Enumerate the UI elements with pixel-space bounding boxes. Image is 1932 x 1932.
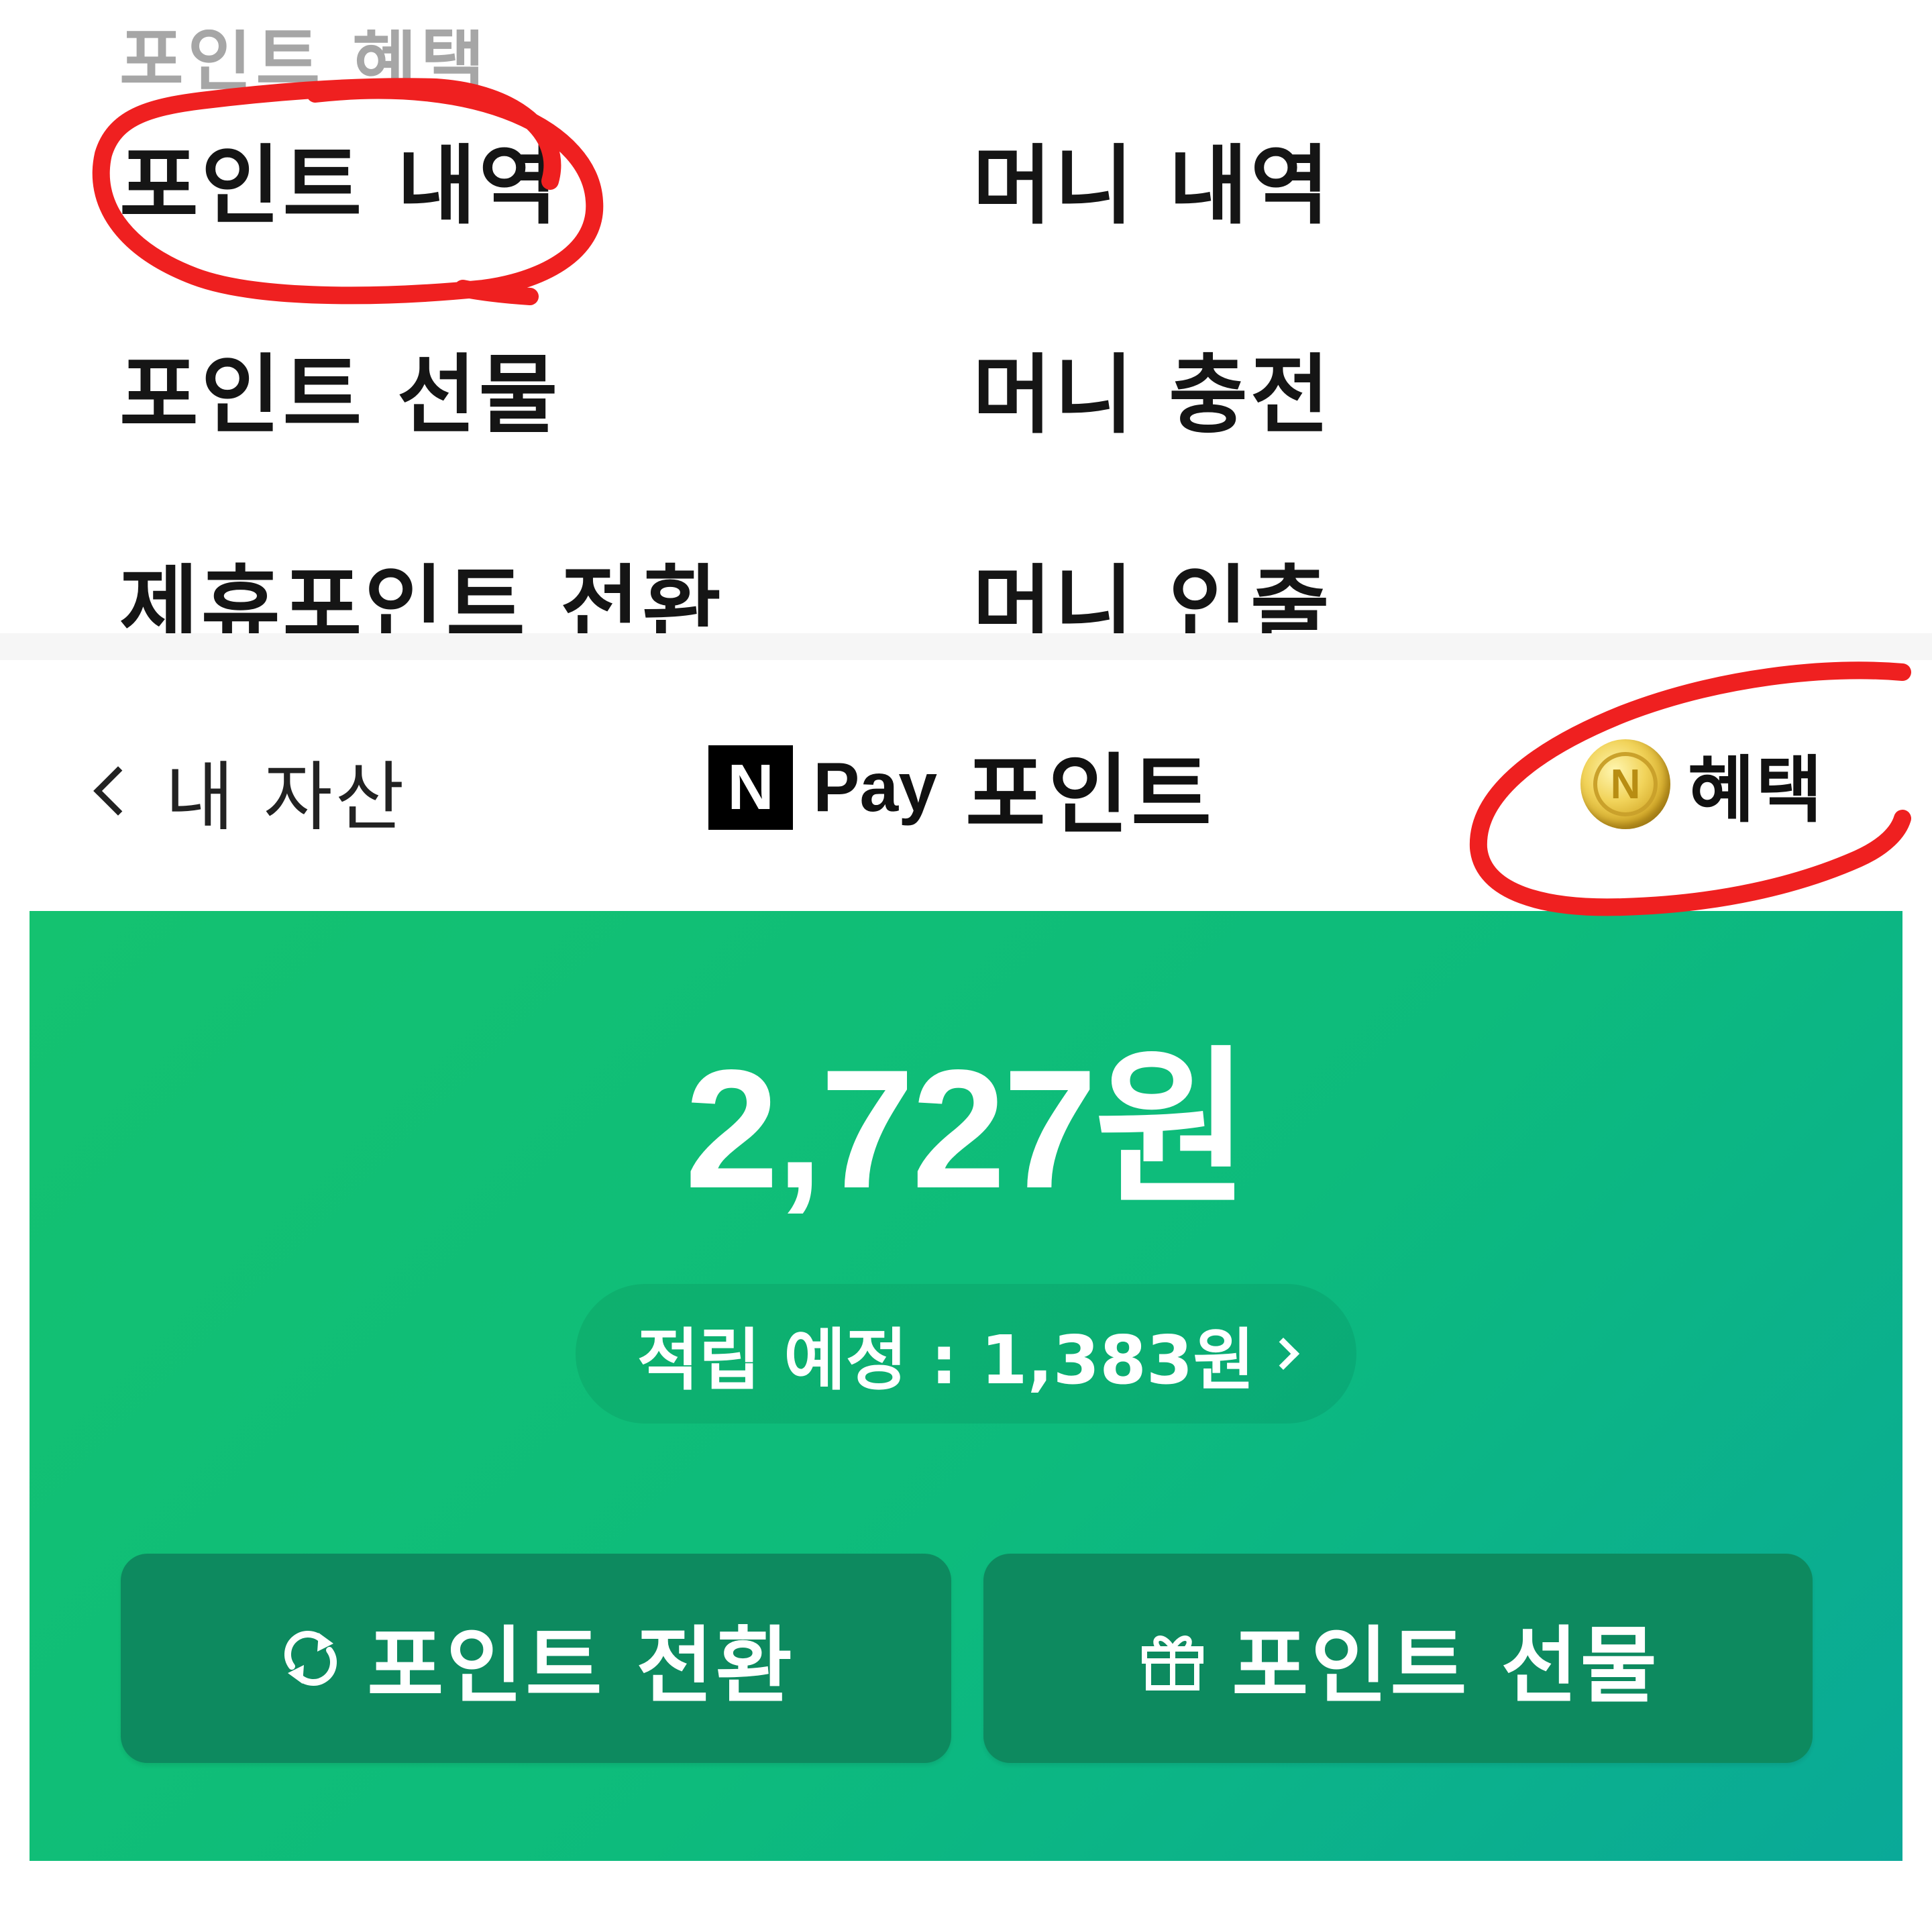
app-header: 내 자산 N Pay 포인트 N 혜택 — [30, 660, 1902, 911]
point-balance: 2,727원 — [684, 1035, 1250, 1224]
point-gift-label: 포인트 선물 — [1232, 1618, 1660, 1715]
pay-word: Pay — [813, 748, 938, 826]
refresh-icon — [284, 1631, 337, 1686]
menu-cut-off-label: 포인트 혜택 — [119, 30, 489, 101]
npay-point-screen: 내 자산 N Pay 포인트 N 혜택 2,727원 적립 예정 : 1,383… — [30, 660, 1902, 1861]
point-convert-button[interactable]: 포인트 전환 — [121, 1554, 951, 1763]
page-title: N Pay 포인트 — [708, 734, 1214, 846]
menu-point-gift[interactable]: 포인트 선물 — [119, 353, 560, 439]
n-pay-logo: N — [708, 745, 793, 830]
back-label: 내 자산 — [165, 754, 407, 841]
menu-partner-point-convert[interactable]: 제휴포인트 전환 — [119, 564, 724, 634]
back-button[interactable]: 내 자산 — [87, 741, 407, 841]
chevron-right-icon — [1267, 1337, 1300, 1371]
gift-icon — [1142, 1635, 1204, 1690]
title-word: 포인트 — [965, 744, 1214, 846]
pending-points-button[interactable]: 적립 예정 : 1,383원 — [576, 1284, 1356, 1424]
points-card: 2,727원 적립 예정 : 1,383원 포인트 전환 포인트 선물 — [30, 911, 1902, 1861]
menu-money-withdraw[interactable]: 머니 인출 — [973, 564, 1332, 634]
pending-points-label: 적립 예정 : 1,383원 — [637, 1320, 1255, 1399]
screenshot-divider — [0, 633, 1932, 660]
menu-point-history[interactable]: 포인트 내역 — [119, 144, 560, 229]
point-gift-button[interactable]: 포인트 선물 — [983, 1554, 1813, 1763]
benefit-label: 혜택 — [1688, 749, 1824, 833]
chevron-left-icon — [93, 766, 143, 816]
point-convert-label: 포인트 전환 — [367, 1618, 795, 1715]
coin-letter: N — [1593, 752, 1658, 816]
benefit-button[interactable]: N 혜택 — [1580, 734, 1824, 835]
point-menu-panel: 포인트 혜택 포인트 내역 머니 내역 포인트 선물 머니 충전 제휴포인트 전… — [30, 30, 1902, 633]
menu-money-charge[interactable]: 머니 충전 — [973, 353, 1332, 439]
coin-icon: N — [1580, 739, 1670, 829]
menu-money-history[interactable]: 머니 내역 — [973, 144, 1332, 229]
